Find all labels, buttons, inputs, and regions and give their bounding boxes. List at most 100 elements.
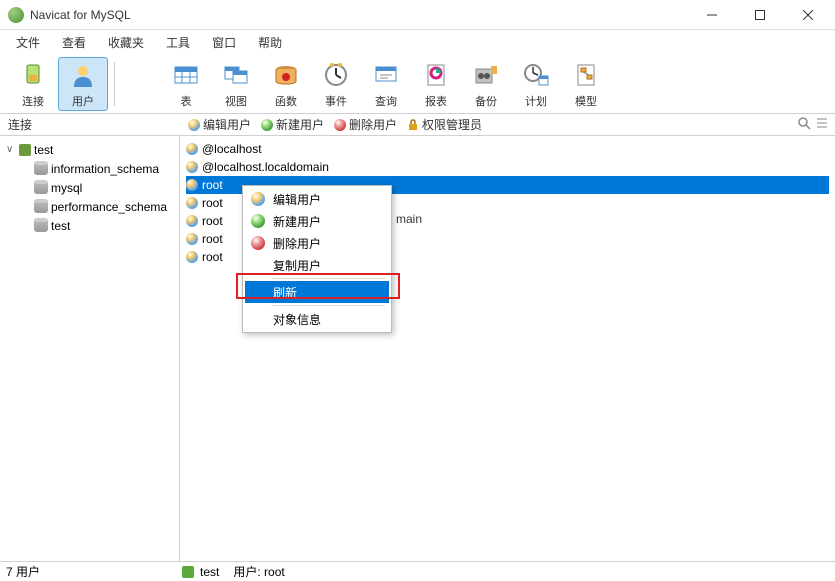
tree-db-label: performance_schema xyxy=(51,200,167,214)
tree-connection-row[interactable]: ∨ test xyxy=(4,140,175,159)
user-row-icon xyxy=(186,251,198,263)
action-edit-user[interactable]: 编辑用户 xyxy=(188,116,251,133)
action-new-user-label: 新建用户 xyxy=(276,116,324,133)
menubar: 文件 查看 收藏夹 工具 窗口 帮助 xyxy=(0,30,835,54)
action-privilege-manager[interactable]: 权限管理员 xyxy=(407,116,482,133)
status-connection-name: test xyxy=(200,565,219,579)
toolbar-connect[interactable]: 连接 xyxy=(8,57,58,111)
toolbar-table-label: 表 xyxy=(181,93,192,109)
toolbar-query[interactable]: 查询 xyxy=(361,57,411,111)
menu-file[interactable]: 文件 xyxy=(6,32,50,53)
toolbar-function[interactable]: 函数 xyxy=(261,57,311,111)
toolbar-view[interactable]: 视图 xyxy=(211,57,261,111)
user-row-icon xyxy=(186,233,198,245)
menu-tools[interactable]: 工具 xyxy=(156,32,200,53)
ctx-refresh-label: 刷新 xyxy=(273,284,297,301)
user-icon xyxy=(67,59,99,91)
ctx-copy-user-label: 复制用户 xyxy=(273,257,321,274)
database-icon xyxy=(34,182,48,194)
user-row-label: root xyxy=(202,232,223,246)
view-icon xyxy=(220,59,252,91)
toolbar-model[interactable]: 模型 xyxy=(561,57,611,111)
connect-icon xyxy=(17,59,49,91)
menu-window[interactable]: 窗口 xyxy=(202,32,246,53)
tree-db-row[interactable]: mysql xyxy=(4,178,175,197)
action-new-user[interactable]: 新建用户 xyxy=(261,116,324,133)
toolbar-user[interactable]: 用户 xyxy=(58,57,108,111)
ctx-delete-user[interactable]: 删除用户 xyxy=(245,232,389,254)
user-row-label: @localhost.localdomain xyxy=(202,160,329,174)
close-button[interactable] xyxy=(793,2,823,28)
sub-toolbar-left-label: 连接 xyxy=(0,116,180,133)
user-row[interactable]: @localhost.localdomain xyxy=(186,158,829,176)
window-title: Navicat for MySQL xyxy=(30,8,697,22)
toolbar-function-label: 函数 xyxy=(275,93,297,109)
new-user-icon xyxy=(261,119,273,131)
new-user-icon xyxy=(251,214,265,228)
backup-icon xyxy=(470,59,502,91)
ctx-edit-user[interactable]: 编辑用户 xyxy=(245,188,389,210)
context-menu: 编辑用户 新建用户 删除用户 复制用户 刷新 对象信息 xyxy=(242,185,392,333)
lock-icon xyxy=(407,119,419,131)
user-row[interactable]: @localhost xyxy=(186,140,829,158)
maximize-button[interactable] xyxy=(745,2,775,28)
toolbar-table[interactable]: 表 xyxy=(161,57,211,111)
tree-db-row[interactable]: test xyxy=(4,216,175,235)
user-row-icon xyxy=(186,215,198,227)
ctx-object-info[interactable]: 对象信息 xyxy=(245,308,389,330)
ctx-separator xyxy=(271,278,385,279)
window-buttons xyxy=(697,2,827,28)
toolbar-backup[interactable]: 备份 xyxy=(461,57,511,111)
event-icon xyxy=(320,59,352,91)
toolbar-event[interactable]: 事件 xyxy=(311,57,361,111)
connection-icon xyxy=(19,144,31,156)
menu-favorites[interactable]: 收藏夹 xyxy=(98,32,154,53)
ctx-refresh[interactable]: 刷新 xyxy=(245,281,389,303)
database-icon xyxy=(34,201,48,213)
toolbar: 连接 用户 表 视图 函数 事件 查询 报表 备份 计划 模型 xyxy=(0,54,835,114)
status-connection-icon xyxy=(182,566,194,578)
menu-help[interactable]: 帮助 xyxy=(248,32,292,53)
minimize-button[interactable] xyxy=(697,2,727,28)
tree-db-row[interactable]: information_schema xyxy=(4,159,175,178)
app-icon xyxy=(8,7,24,23)
user-row-icon xyxy=(186,179,198,191)
action-delete-user[interactable]: 删除用户 xyxy=(334,116,397,133)
toolbar-query-label: 查询 xyxy=(375,93,397,109)
status-user-count: 7 用户 xyxy=(6,563,40,580)
database-icon xyxy=(34,220,48,232)
action-edit-user-label: 编辑用户 xyxy=(203,116,251,133)
connection-tree: ∨ test information_schema mysql performa… xyxy=(0,136,180,561)
user-row-icon xyxy=(186,143,198,155)
user-list-panel: @localhost @localhost.localdomain root r… xyxy=(180,136,835,561)
user-row-label: root xyxy=(202,178,223,192)
overflow-text: main xyxy=(396,212,422,226)
ctx-object-info-label: 对象信息 xyxy=(273,311,321,328)
tree-db-row[interactable]: performance_schema xyxy=(4,197,175,216)
toolbar-report[interactable]: 报表 xyxy=(411,57,461,111)
toolbar-backup-label: 备份 xyxy=(475,93,497,109)
ctx-new-user[interactable]: 新建用户 xyxy=(245,210,389,232)
ctx-separator xyxy=(271,305,385,306)
user-row-label: root xyxy=(202,196,223,210)
ctx-copy-user[interactable]: 复制用户 xyxy=(245,254,389,276)
function-icon xyxy=(270,59,302,91)
statusbar: 7 用户 test 用户: root xyxy=(0,561,835,581)
toolbar-model-label: 模型 xyxy=(575,93,597,109)
sub-toolbar: 连接 编辑用户 新建用户 删除用户 权限管理员 xyxy=(0,114,835,136)
toolbar-event-label: 事件 xyxy=(325,93,347,109)
model-icon xyxy=(570,59,602,91)
toolbar-report-label: 报表 xyxy=(425,93,447,109)
toolbar-connect-label: 连接 xyxy=(22,93,44,109)
menu-view[interactable]: 查看 xyxy=(52,32,96,53)
list-view-icon[interactable] xyxy=(815,116,829,130)
search-icon[interactable] xyxy=(797,116,811,130)
action-delete-user-label: 删除用户 xyxy=(349,116,397,133)
status-user-label: 用户: root xyxy=(233,563,284,580)
main-area: ∨ test information_schema mysql performa… xyxy=(0,136,835,561)
table-icon xyxy=(170,59,202,91)
toolbar-plan[interactable]: 计划 xyxy=(511,57,561,111)
titlebar: Navicat for MySQL xyxy=(0,0,835,30)
ctx-new-user-label: 新建用户 xyxy=(273,213,321,230)
tree-expand-icon[interactable]: ∨ xyxy=(6,144,16,155)
